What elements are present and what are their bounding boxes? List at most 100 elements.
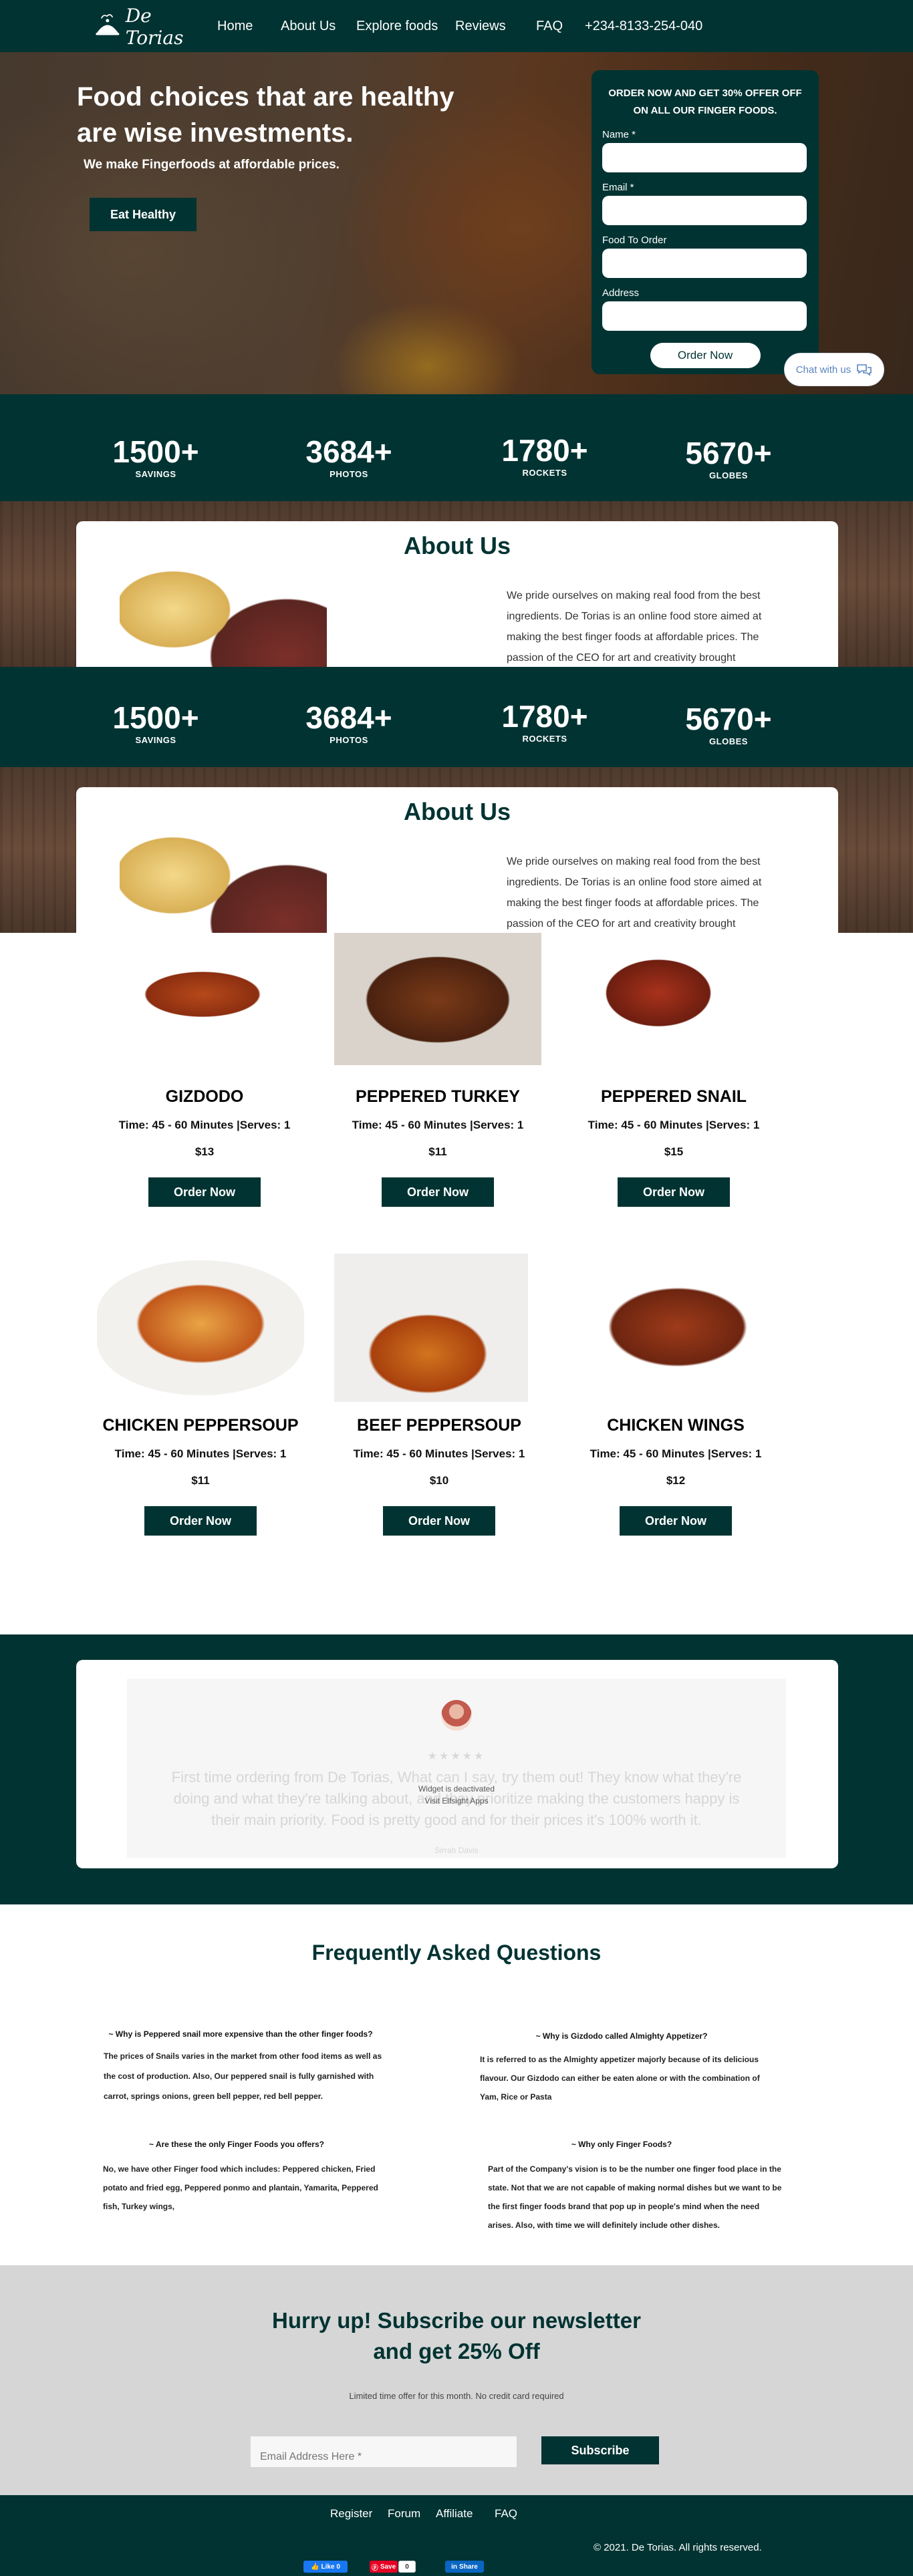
order-now-button[interactable]: Order Now — [620, 1506, 732, 1536]
stat-photos: 3684+ PHOTOS — [275, 700, 422, 745]
address-field[interactable] — [602, 301, 807, 331]
stat-number: 3684+ — [305, 700, 392, 735]
product-name: CHICKEN PEPPERSOUP — [102, 1416, 299, 1435]
chat-label: Chat with us — [795, 364, 852, 376]
newsletter-title-line: and get 25% Off — [373, 2339, 540, 2364]
stats-band: 1500+ SAVINGS 3684+ PHOTOS 1780+ ROCKETS… — [0, 394, 913, 501]
address-label: Address — [602, 287, 640, 299]
product-price: $13 — [194, 1145, 215, 1158]
stat-label: SAVINGS — [135, 735, 176, 745]
about-text: We pride ourselves on making real food f… — [507, 856, 762, 929]
order-now-button[interactable]: Order Now — [618, 1177, 730, 1207]
about-card: About Us We pride ourselves on making re… — [76, 521, 838, 667]
stats-band-repeat: 1500+ SAVINGS 3684+ PHOTOS 1780+ ROCKETS… — [0, 667, 913, 774]
product-name: BEEF PEPPERSOUP — [357, 1416, 521, 1435]
nav-about[interactable]: About Us — [281, 19, 336, 34]
order-now-button[interactable]: Order Now — [148, 1177, 261, 1207]
order-now-button[interactable]: Order Now — [144, 1506, 257, 1536]
copyright: © 2021. De Torias. All rights reserved. — [594, 2542, 762, 2553]
nav-reviews[interactable]: Reviews — [455, 19, 506, 34]
stat-number: 5670+ — [685, 702, 772, 736]
stat-label: GLOBES — [709, 470, 748, 480]
product-card: BEEF PEPPERSOUP Time: 45 - 60 Minutes |S… — [329, 1416, 549, 1536]
product-meta: Time: 45 - 60 Minutes |Serves: 1 — [114, 1447, 287, 1460]
stat-savings: 1500+ SAVINGS — [82, 434, 229, 479]
product-meta: Time: 45 - 60 Minutes |Serves: 1 — [352, 1119, 524, 1131]
about-text: We pride ourselves on making real food f… — [507, 590, 762, 664]
widget-note-line: Widget is deactivated — [418, 1784, 495, 1794]
widget-deactivated-note[interactable]: Widget is deactivated Visit Elfsight App… — [390, 1783, 523, 1807]
about-image — [120, 569, 327, 667]
product-card: CHICKEN PEPPERSOUP Time: 45 - 60 Minutes… — [90, 1416, 311, 1536]
chat-bubbles-icon — [857, 364, 872, 376]
widget-note-link[interactable]: Visit Elfsight Apps — [390, 1795, 523, 1807]
email-field[interactable] — [602, 196, 807, 225]
product-card: PEPPERED SNAIL Time: 45 - 60 Minutes |Se… — [563, 1087, 784, 1207]
nav-explore-foods[interactable]: Explore foods — [356, 19, 438, 34]
stat-number: 1780+ — [501, 699, 588, 734]
newsletter-email-field[interactable] — [251, 2436, 517, 2467]
chat-widget-button[interactable]: Chat with us — [784, 353, 884, 386]
stat-savings: 1500+ SAVINGS — [82, 700, 229, 745]
rating-stars: ★★★★★ — [427, 1751, 486, 1762]
product-card: CHICKEN WINGS Time: 45 - 60 Minutes |Ser… — [565, 1416, 786, 1536]
stat-label: ROCKETS — [522, 468, 567, 478]
facebook-like-button[interactable]: 👍 Like 0 — [303, 2561, 348, 2573]
food-field[interactable] — [602, 249, 807, 278]
stat-number: 1780+ — [501, 433, 588, 468]
email-label: Email * — [602, 182, 634, 193]
stat-globes: 5670+ GLOBES — [655, 436, 802, 480]
name-label: Name * — [602, 129, 636, 140]
about-card: About Us We pride ourselves on making re… — [76, 787, 838, 933]
linkedin-share-button[interactable]: in Share — [445, 2561, 484, 2573]
pinterest-save-button[interactable]: ⓟ Save — [370, 2561, 398, 2573]
stat-label: ROCKETS — [522, 734, 567, 744]
newsletter-title: Hurry up! Subscribe our newsletter and g… — [0, 2305, 913, 2367]
name-field[interactable] — [602, 143, 807, 172]
nav-home[interactable]: Home — [217, 19, 253, 34]
footer-link-forum[interactable]: Forum — [388, 2507, 420, 2521]
subscribe-button[interactable]: Subscribe — [541, 2436, 659, 2464]
nav-faq[interactable]: FAQ — [536, 19, 563, 34]
stat-label: GLOBES — [709, 736, 748, 746]
product-image-peppered-turkey — [334, 933, 541, 1065]
faq-question: ~ Why is Gizdodo called Almighty Appetiz… — [535, 2031, 708, 2041]
stat-photos: 3684+ PHOTOS — [275, 434, 422, 479]
about-section: About Us We pride ourselves on making re… — [0, 501, 913, 667]
product-image-beef-peppersoup — [334, 1254, 528, 1402]
faq-answer: The prices of Snails varies in the marke… — [104, 2051, 382, 2101]
thumbs-up-icon: 👍 — [311, 2563, 319, 2571]
product-meta: Time: 45 - 60 Minutes |Serves: 1 — [118, 1119, 291, 1131]
about-title: About Us — [404, 798, 511, 825]
brand-logo[interactable]: De Torias — [94, 5, 201, 49]
product-price: $15 — [664, 1145, 684, 1158]
footer-link-register[interactable]: Register — [330, 2507, 372, 2521]
order-now-button[interactable]: Order Now — [382, 1177, 494, 1207]
linkedin-icon: in — [451, 2563, 458, 2571]
site-header: De Torias Home About Us Explore foods Re… — [0, 0, 913, 52]
testimonial-author: Sirrah Davis — [434, 1846, 479, 1855]
newsletter-title-line: Hurry up! Subscribe our newsletter — [272, 2308, 641, 2333]
like-label: Like 0 — [321, 2563, 340, 2571]
product-image-peppered-snail — [571, 933, 745, 1060]
order-now-submit-button[interactable]: Order Now — [650, 343, 761, 368]
about-title: About Us — [404, 532, 511, 559]
product-meta: Time: 45 - 60 Minutes |Serves: 1 — [590, 1447, 762, 1460]
stat-number: 1500+ — [112, 700, 199, 735]
nav-phone[interactable]: +234-8133-254-040 — [585, 19, 702, 34]
stat-label: SAVINGS — [135, 469, 176, 479]
product-image-chicken-wings — [577, 1260, 781, 1394]
save-label: Save — [380, 2563, 396, 2571]
brand-name: De Torias — [125, 5, 184, 49]
order-now-button[interactable]: Order Now — [383, 1506, 495, 1536]
product-meta: Time: 45 - 60 Minutes |Serves: 1 — [588, 1119, 760, 1131]
footer-link-faq[interactable]: FAQ — [495, 2507, 517, 2521]
food-label: Food To Order — [602, 235, 667, 246]
product-name: GIZDODO — [165, 1087, 244, 1106]
save-count: 0 — [398, 2561, 416, 2573]
faq-question: ~ Are these the only Finger Foods you of… — [149, 2140, 324, 2149]
newsletter-note: Limited time offer for this month. No cr… — [349, 2391, 564, 2401]
eat-healthy-button[interactable]: Eat Healthy — [90, 198, 197, 231]
footer-link-affiliate[interactable]: Affiliate — [436, 2507, 473, 2521]
product-price: $11 — [191, 1474, 210, 1487]
